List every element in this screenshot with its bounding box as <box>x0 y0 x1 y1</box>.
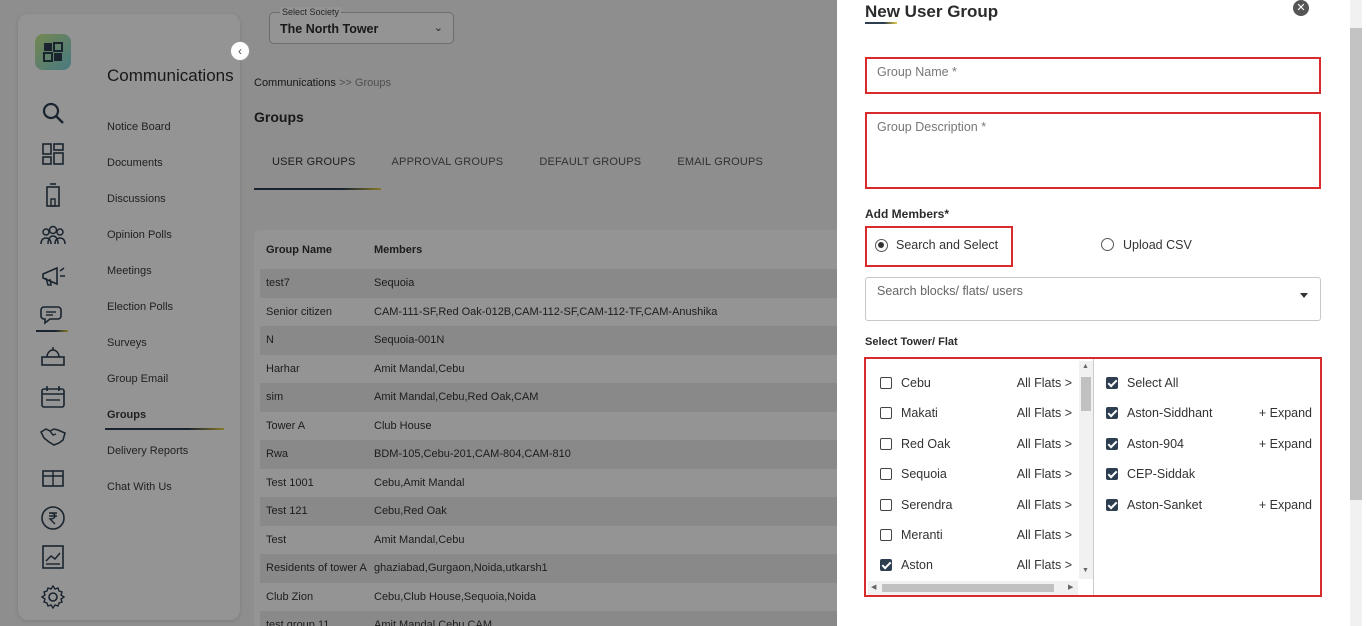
tower-list-scroll-thumb[interactable] <box>1081 377 1091 411</box>
selected-flat-item[interactable]: Aston-Sanket + Expand <box>1106 495 1312 515</box>
group-description-input[interactable] <box>877 120 1307 162</box>
search-and-select-label: Search and Select <box>896 238 999 252</box>
tower-item[interactable]: Serendra All Flats > <box>880 495 1072 515</box>
scroll-left-icon[interactable]: ◀ <box>871 583 876 591</box>
close-drawer-button[interactable]: ✕ <box>1293 0 1309 16</box>
upload-csv-label[interactable]: Upload CSV <box>1123 238 1192 252</box>
search-and-select-option[interactable]: Search and Select <box>865 226 1013 267</box>
select-tower-label: Select Tower/ Flat <box>865 336 958 348</box>
tower-name: Aston <box>901 558 933 573</box>
tower-name: Red Oak <box>901 436 951 451</box>
tower-item[interactable]: Meranti All Flats > <box>880 525 1072 545</box>
tower-checkbox[interactable] <box>880 498 892 511</box>
members-search-select[interactable]: Search blocks/ flats/ users <box>865 277 1321 321</box>
modal-backdrop[interactable] <box>0 0 837 626</box>
tower-checkbox[interactable] <box>880 437 892 450</box>
flat-name: CEP-Siddak <box>1127 467 1196 482</box>
tower-list: Cebu All Flats > Makati All Flats > Red Oak A… <box>866 359 1094 595</box>
selected-flat-item[interactable]: Aston-904 + Expand <box>1106 434 1312 454</box>
expand-link[interactable]: + Expand <box>1259 406 1312 420</box>
scroll-up-icon[interactable]: ▲ <box>1082 363 1089 370</box>
members-search-placeholder: Search blocks/ flats/ users <box>877 284 1023 298</box>
flat-name: Aston-904 <box>1127 436 1184 451</box>
tower-item[interactable]: Cebu All Flats > <box>880 373 1072 393</box>
tower-name: Makati <box>901 406 938 421</box>
selected-flats-list: Select All Aston-Siddhant + Expand Aston-90… <box>1106 359 1322 595</box>
search-and-select-radio[interactable] <box>875 239 888 252</box>
close-icon: ✕ <box>1296 1 1306 14</box>
flat-checkbox[interactable] <box>1106 468 1118 481</box>
tower-checkbox[interactable] <box>880 377 892 389</box>
new-user-group-drawer: New User Group ✕ Add Members* Search and… <box>837 0 1366 626</box>
tower-item[interactable]: Makati All Flats > <box>880 403 1072 423</box>
tower-name: Sequoia <box>901 467 947 482</box>
tower-name: Serendra <box>901 497 953 512</box>
flat-name: Aston-Sanket <box>1127 497 1203 512</box>
tower-name: Cebu <box>901 376 931 390</box>
all-flats-link[interactable]: All Flats > <box>1017 498 1072 512</box>
tower-checkbox[interactable] <box>880 468 892 481</box>
tower-name: Meranti <box>901 528 943 542</box>
tower-checkbox[interactable] <box>880 559 892 572</box>
group-name-input[interactable] <box>877 65 1307 79</box>
group-name-field[interactable] <box>865 57 1321 94</box>
tower-item[interactable]: Sequoia All Flats > <box>880 464 1072 484</box>
all-flats-link[interactable]: All Flats > <box>1017 406 1072 420</box>
drawer-title-underline <box>865 22 897 24</box>
flat-name: Aston-Siddhant <box>1127 406 1213 421</box>
drawer-title: New User Group <box>865 2 999 21</box>
select-all-checkbox[interactable] <box>1106 377 1118 389</box>
tower-list-hscroll-thumb[interactable] <box>882 584 1054 592</box>
chevron-left-icon: ‹ <box>238 44 242 58</box>
scroll-down-icon[interactable]: ▼ <box>1082 567 1089 574</box>
flat-checkbox[interactable] <box>1106 407 1118 420</box>
all-flats-link[interactable]: All Flats > <box>1017 528 1072 542</box>
selected-flat-item[interactable]: Aston-Siddhant + Expand <box>1106 403 1312 423</box>
flat-checkbox[interactable] <box>1106 498 1118 511</box>
tower-list-vertical-scrollbar[interactable]: ▲ ▼ <box>1079 361 1093 579</box>
caret-down-icon[interactable] <box>1300 293 1308 298</box>
tower-item[interactable]: Aston All Flats > <box>880 555 1072 575</box>
flat-name: Select All <box>1127 376 1179 390</box>
tower-flat-selector: Cebu All Flats > Makati All Flats > Red Oak A… <box>864 357 1322 597</box>
all-flats-link[interactable]: All Flats > <box>1017 558 1072 572</box>
all-flats-link[interactable]: All Flats > <box>1017 376 1072 390</box>
all-flats-link[interactable]: All Flats > <box>1017 467 1072 481</box>
tower-checkbox[interactable] <box>880 529 892 541</box>
all-flats-link[interactable]: All Flats > <box>1017 437 1072 451</box>
flat-checkbox[interactable] <box>1106 437 1118 450</box>
tower-checkbox[interactable] <box>880 407 892 420</box>
collapse-sidebar-button[interactable]: ‹ <box>230 41 250 61</box>
group-description-field[interactable] <box>865 112 1321 189</box>
drawer-scrollbar-thumb[interactable] <box>1350 28 1362 500</box>
expand-link[interactable]: + Expand <box>1259 437 1312 451</box>
expand-link[interactable]: + Expand <box>1259 498 1312 512</box>
upload-csv-radio[interactable] <box>1101 238 1114 251</box>
selected-flat-item[interactable]: CEP-Siddak <box>1106 464 1312 484</box>
scroll-right-icon[interactable]: ▶ <box>1068 583 1073 591</box>
select-all-item[interactable]: Select All <box>1106 373 1312 393</box>
add-members-label: Add Members* <box>865 207 950 221</box>
tower-list-horizontal-scrollbar[interactable]: ◀ ▶ <box>868 581 1078 595</box>
tower-item[interactable]: Red Oak All Flats > <box>880 434 1072 454</box>
